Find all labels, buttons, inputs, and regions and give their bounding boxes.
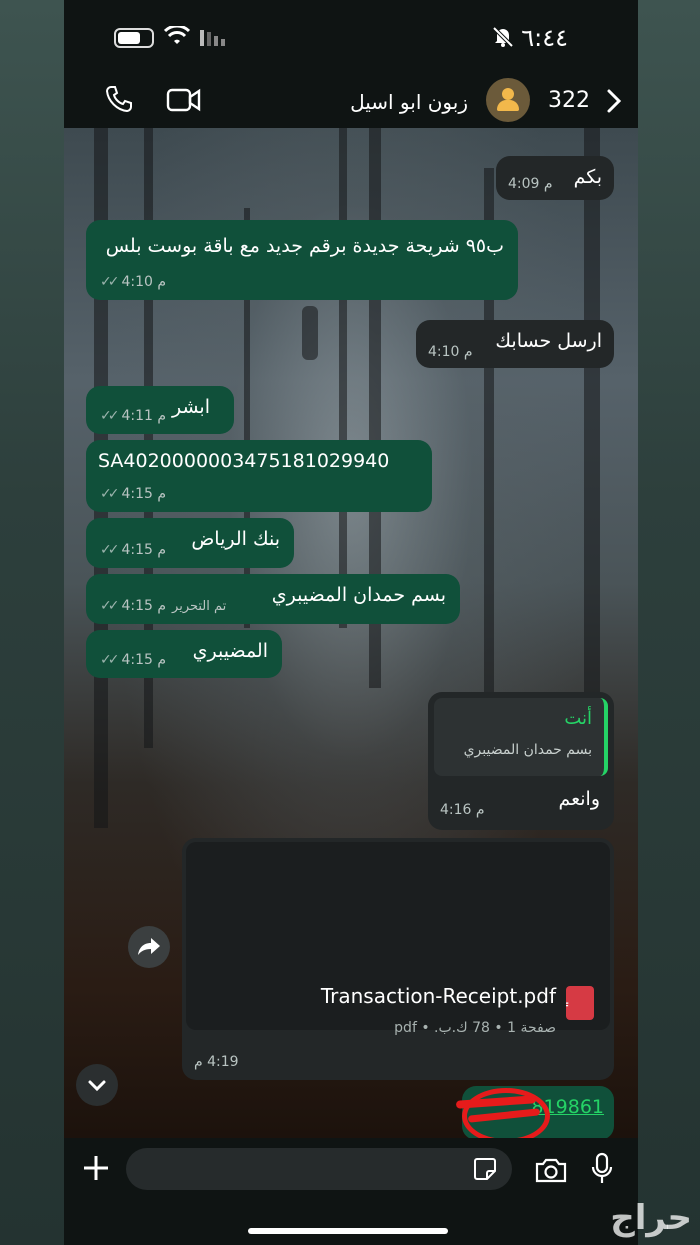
message-meta: ✓✓ 4:10 م — [100, 274, 166, 290]
camera-icon[interactable] — [534, 1156, 568, 1184]
home-indicator — [248, 1228, 448, 1234]
message-meta: ✓✓ 4:15 م — [100, 542, 166, 558]
unread-count[interactable]: 322 — [548, 88, 590, 113]
message-meta: ✓✓ 4:15 م — [100, 652, 166, 668]
message-text: المضيبري — [192, 640, 268, 662]
microphone-icon[interactable] — [590, 1152, 614, 1186]
document-preview[interactable]: PDF Transaction-Receipt.pdf صفحة 1 • 78 … — [186, 842, 610, 1036]
quoted-author: أنت — [564, 708, 592, 729]
document-file-meta: صفحة 1 • 78 ك.ب. • pdf — [394, 1020, 556, 1036]
edited-label: تم التحرير — [172, 598, 227, 614]
double-check-icon: ✓✓ — [100, 408, 120, 424]
message-bubble-outgoing[interactable]: ابشر ✓✓ 4:11 م — [86, 386, 234, 434]
message-time: 4:19 م — [194, 1054, 239, 1070]
sticker-icon[interactable] — [472, 1156, 498, 1182]
message-meta: ✓✓ 4:15 م — [100, 486, 166, 502]
double-check-icon: ✓✓ — [100, 486, 120, 502]
wallpaper-tree — [584, 128, 600, 748]
message-time: 4:15 م — [121, 598, 167, 614]
device-frame-right — [638, 0, 700, 1245]
message-text: ابشر — [172, 396, 210, 418]
video-call-icon[interactable] — [166, 86, 202, 114]
wallpaper-tree — [339, 128, 347, 628]
quoted-text: بسم حمدان المضيبري — [463, 742, 592, 758]
status-bar: ٦:٤٤ — [64, 0, 638, 78]
message-bubble-reply[interactable]: أنت بسم حمدان المضيبري وانعم 4:16 م — [428, 692, 614, 830]
svg-text:PDF: PDF — [566, 1002, 569, 1012]
chat-header: زبون ابو اسيل 322 — [64, 78, 638, 128]
message-bubble-incoming[interactable]: ارسل حسابك 4:10 م — [416, 320, 614, 368]
message-time: 4:11 م — [121, 408, 167, 424]
double-check-icon: ✓✓ — [100, 652, 120, 668]
message-text: وانعم — [558, 788, 600, 810]
pdf-file-icon: PDF — [549, 986, 594, 1020]
chevron-right-icon[interactable] — [604, 86, 624, 116]
double-check-icon: ✓✓ — [100, 542, 120, 558]
message-text: ب٩٥ شريحة جديدة برقم جديد مع باقة بوست ب… — [105, 235, 504, 257]
bell-muted-icon — [492, 26, 514, 48]
device-frame-left — [0, 0, 64, 1245]
voice-call-icon[interactable] — [104, 84, 134, 114]
message-bubble-incoming[interactable]: بكم 4:09 م — [496, 156, 614, 200]
contact-name[interactable]: زبون ابو اسيل — [350, 90, 468, 114]
phone-screen: ٦:٤٤ زبون ابو اسيل 322 بكم 4:09 م ب٩٥ شر… — [64, 0, 638, 1245]
message-time: 4:10 م — [121, 274, 167, 290]
message-text: بسم حمدان المضيبري — [271, 584, 446, 606]
message-time: 4:15 م — [121, 542, 167, 558]
message-input[interactable] — [126, 1148, 512, 1190]
double-check-icon: ✓✓ — [100, 598, 120, 614]
message-time: 4:10 م — [428, 344, 473, 360]
message-meta: ✓✓ 4:11 م — [100, 408, 166, 424]
message-meta: ✓✓ 4:15 م تم التحرير — [100, 598, 226, 614]
message-time: 4:15 م — [121, 652, 167, 668]
message-bubble-outgoing[interactable]: المضيبري ✓✓ 4:15 م — [86, 630, 282, 678]
message-text: ارسل حسابك — [495, 330, 602, 352]
message-bubble-outgoing[interactable]: بنك الرياض ✓✓ 4:15 م — [86, 518, 294, 568]
message-bubble-outgoing[interactable]: ب٩٥ شريحة جديدة برقم جديد مع باقة بوست ب… — [86, 220, 518, 300]
cellular-signal-icon — [200, 30, 225, 46]
message-text: بكم — [573, 166, 602, 188]
chevron-down-icon — [88, 1080, 106, 1092]
contact-avatar[interactable] — [486, 78, 530, 122]
message-text: SA4020000003475181029940 — [98, 450, 390, 472]
message-bubble-outgoing[interactable]: SA4020000003475181029940 ✓✓ 4:15 م — [86, 440, 432, 512]
quoted-message[interactable]: أنت بسم حمدان المضيبري — [434, 698, 608, 776]
message-time: 4:09 م — [508, 176, 553, 192]
forward-button[interactable] — [128, 926, 170, 968]
watermark-logo: حراج — [610, 1198, 692, 1238]
scroll-to-bottom-button[interactable] — [76, 1064, 118, 1106]
message-bubble-document[interactable]: PDF Transaction-Receipt.pdf صفحة 1 • 78 … — [182, 838, 614, 1080]
status-time: ٦:٤٤ — [521, 24, 568, 52]
message-time: 4:16 م — [440, 802, 485, 818]
wallpaper-figure — [302, 306, 318, 360]
document-file-name: Transaction-Receipt.pdf — [320, 984, 556, 1008]
forward-arrow-icon — [138, 938, 160, 955]
plus-icon[interactable] — [80, 1152, 112, 1184]
battery-icon — [114, 28, 154, 48]
double-check-icon: ✓✓ — [100, 274, 120, 290]
wifi-icon — [164, 26, 190, 44]
message-time: 4:15 م — [121, 486, 167, 502]
message-bubble-outgoing[interactable]: بسم حمدان المضيبري ✓✓ 4:15 م تم التحرير — [86, 574, 460, 624]
message-text: بنك الرياض — [191, 528, 280, 550]
